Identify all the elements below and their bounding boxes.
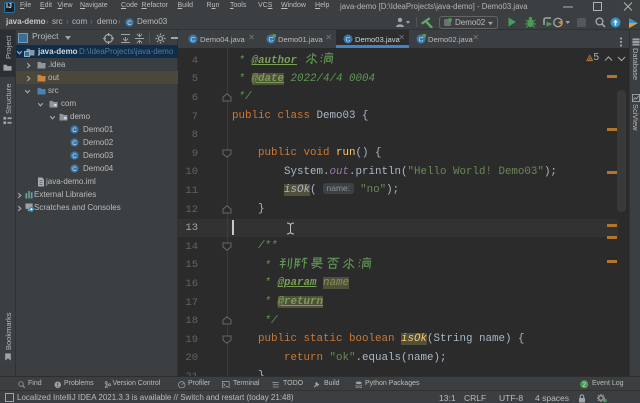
svg-text:C: C — [72, 153, 77, 160]
svg-text:C: C — [72, 166, 77, 173]
svg-text:C: C — [127, 19, 132, 26]
svg-text:2: 2 — [582, 382, 586, 389]
svg-text:C: C — [191, 37, 196, 44]
svg-text:C: C — [346, 37, 351, 44]
svg-text:C: C — [419, 37, 424, 44]
svg-text:A: A — [587, 57, 591, 62]
svg-text:C: C — [72, 127, 77, 134]
svg-text:C: C — [269, 37, 274, 44]
svg-text:C: C — [72, 140, 77, 147]
